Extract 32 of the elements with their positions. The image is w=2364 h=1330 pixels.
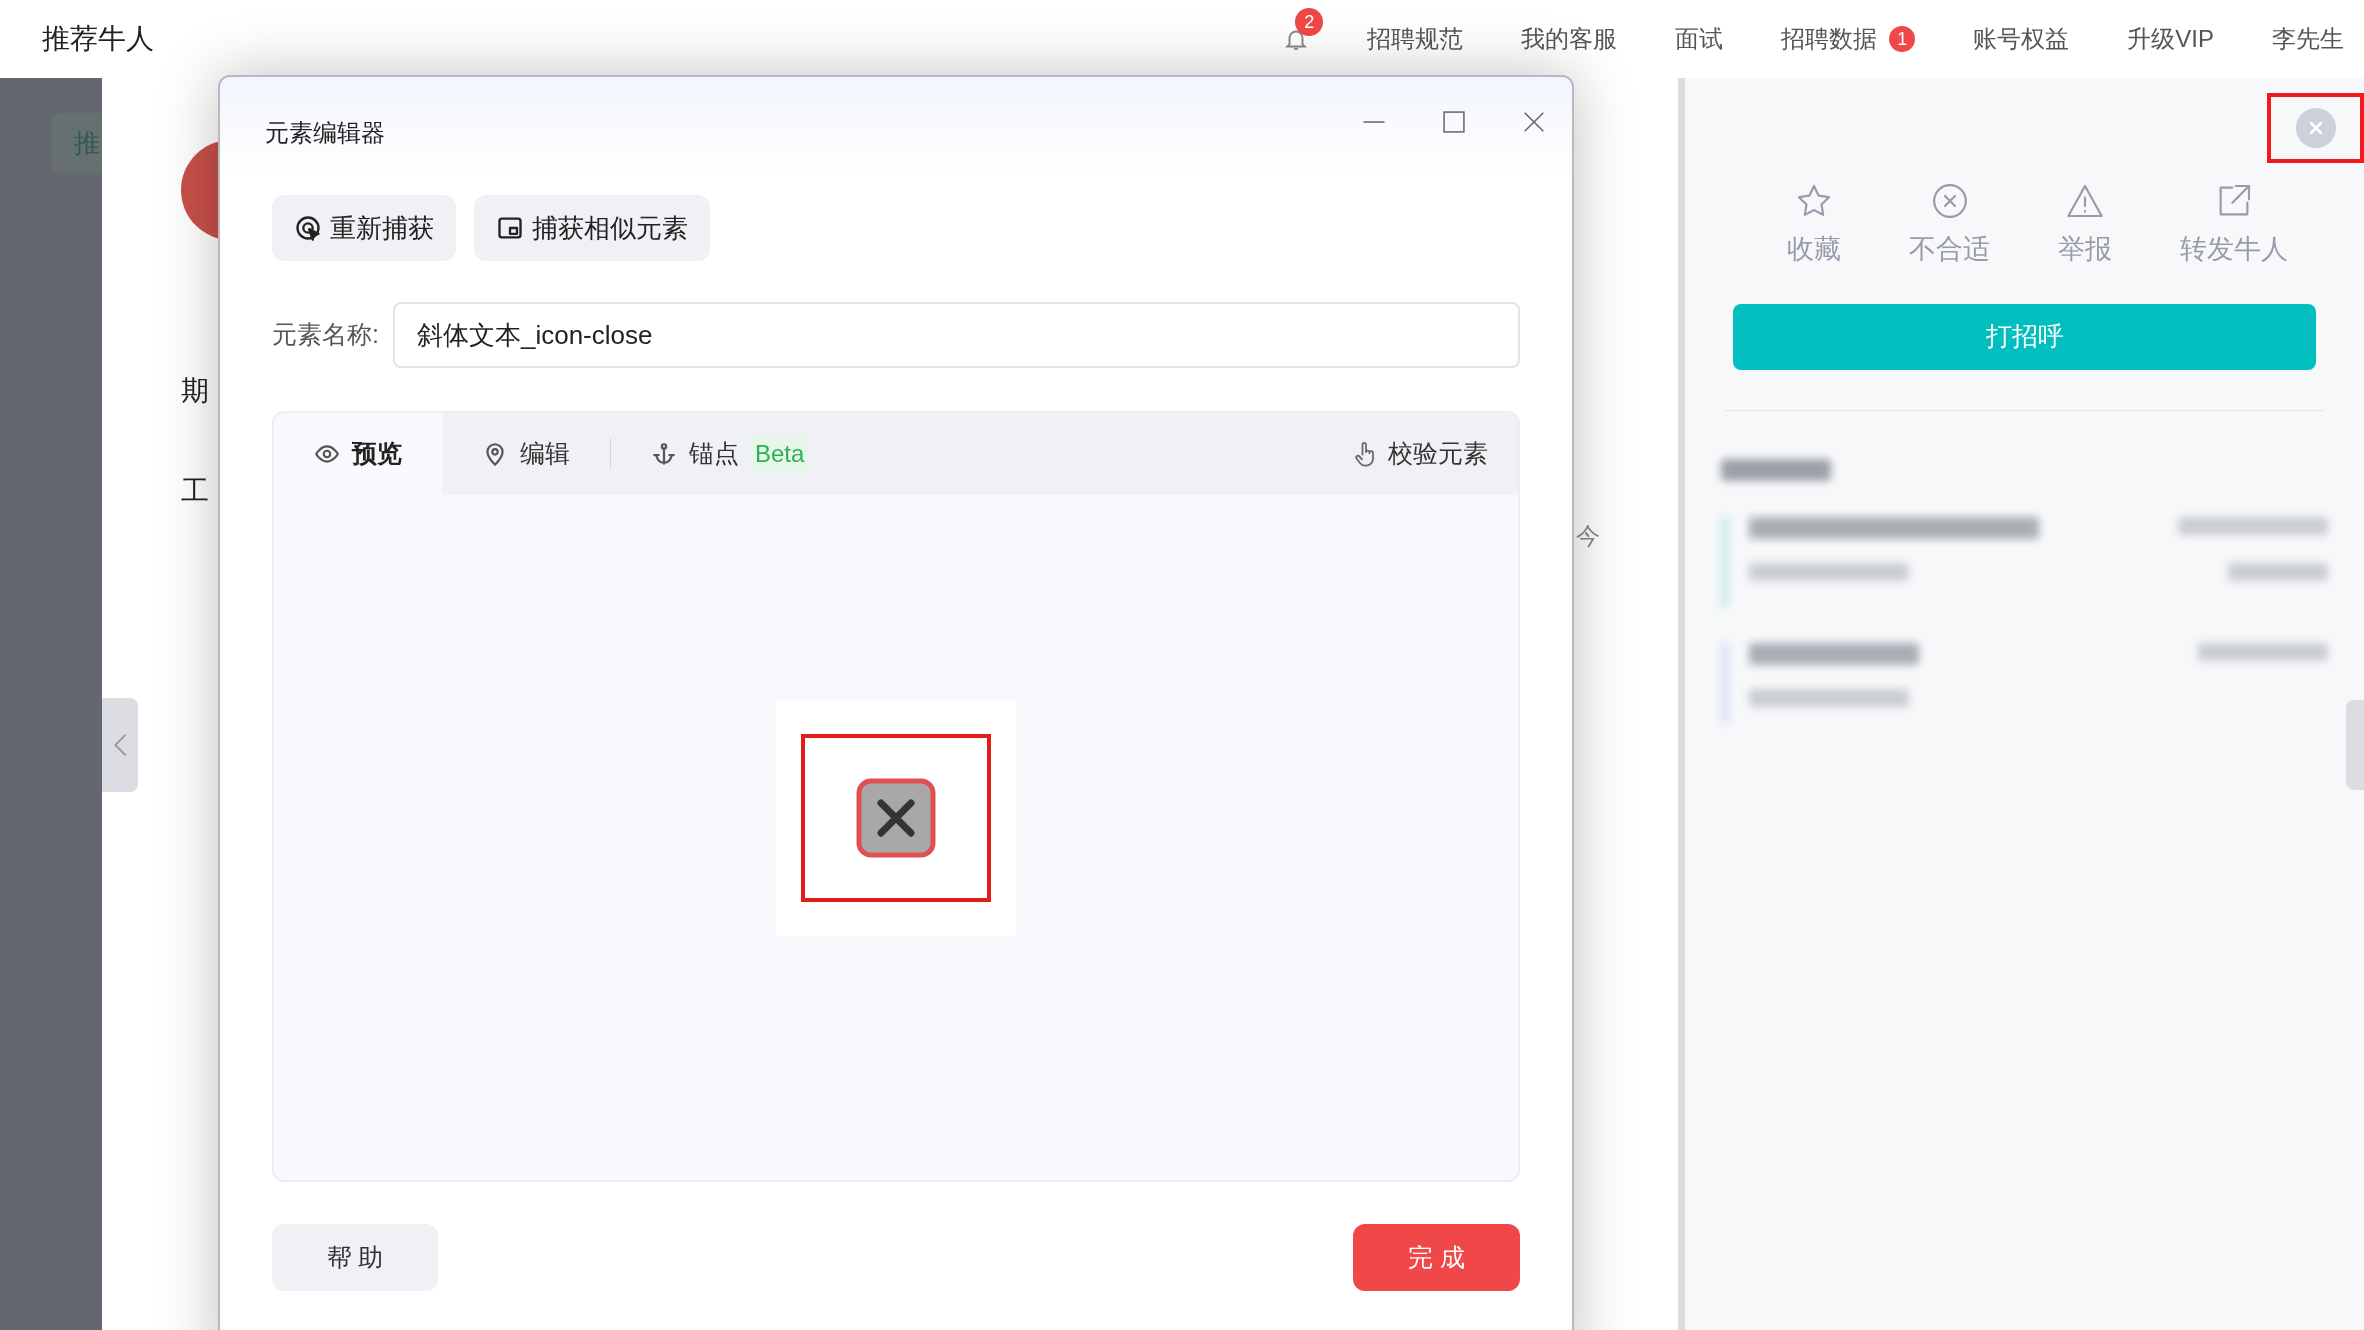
field-label: 工 <box>181 474 210 508</box>
side-collapse-handle[interactable] <box>2346 700 2364 790</box>
nav-link[interactable]: 账号权益 <box>1973 21 2070 57</box>
text-fragment: 今 <box>1576 521 1600 551</box>
done-button[interactable]: 完 成 <box>1353 1224 1520 1291</box>
tab[interactable]: 预览 <box>274 413 442 495</box>
nav-link[interactable]: 招聘数据 <box>1781 21 1878 57</box>
anchor-icon <box>651 441 677 467</box>
tab[interactable]: 编辑 <box>442 413 610 495</box>
nav-link[interactable]: 升级VIP <box>2127 21 2214 57</box>
toolbar-button[interactable]: 重新捕获 <box>272 195 456 261</box>
app-title: 推荐牛人 <box>42 22 154 56</box>
nav-link[interactable]: 我的客服 <box>1521 21 1618 57</box>
target-cursor-icon <box>294 214 322 242</box>
side-collapse-handle[interactable] <box>102 698 138 792</box>
count-badge: 1 <box>1889 26 1916 52</box>
toolbar-button[interactable]: 捕获相似元素 <box>474 195 710 261</box>
maximize-icon[interactable] <box>1440 108 1468 136</box>
notification-badge: 2 <box>1295 8 1324 36</box>
field-label: 元素名称: <box>272 319 379 351</box>
tab[interactable]: 锚点 Beta <box>611 413 849 495</box>
nav-link[interactable]: 面试 <box>1675 21 1724 57</box>
verify-button[interactable]: 校验元素 <box>1352 413 1488 495</box>
name-input[interactable]: 斜体文本_icon-close <box>392 302 1520 368</box>
field-label: 期 <box>181 374 210 408</box>
chevron-left-icon <box>113 733 127 757</box>
help-button[interactable]: 帮 助 <box>272 1224 438 1291</box>
close-icon <box>856 777 936 858</box>
nav-link[interactable]: 李先生 <box>2272 21 2344 57</box>
nav-link[interactable]: 招聘规范 <box>1367 21 1464 57</box>
beta-badge: Beta <box>751 436 809 472</box>
dialog-title: 元素编辑器 <box>265 118 385 148</box>
